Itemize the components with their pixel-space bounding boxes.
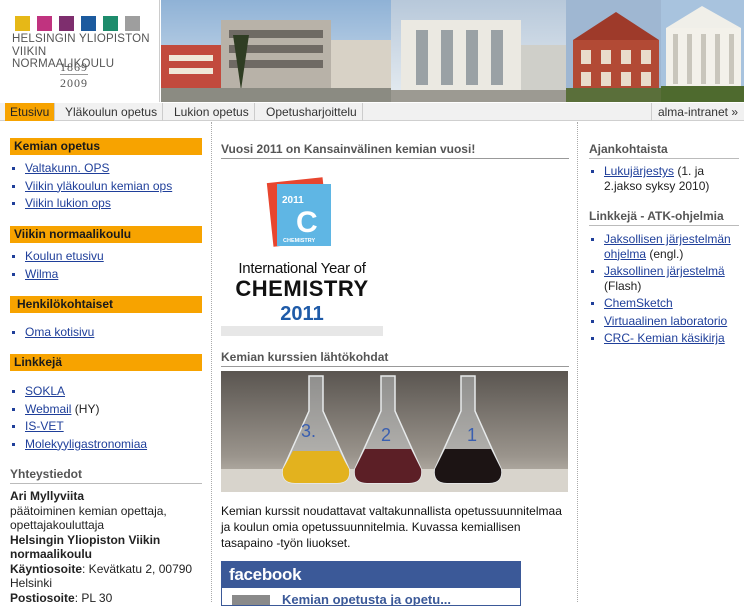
section-heading-viikin-normaalikoulu: Viikin normaalikoulu xyxy=(10,226,202,243)
list-item: Koulun etusivu xyxy=(10,248,104,266)
list-item: Jaksollinen järjestelmä (Flash) xyxy=(589,264,739,293)
link-suffix: (engl.) xyxy=(646,246,684,261)
link-molekyyligastronomiaa[interactable]: Molekyyligastronomiaa xyxy=(25,437,147,451)
logo-year-end: 2009 xyxy=(60,74,88,90)
contact-organization: Helsingin Yliopiston Viikin normaalikoul… xyxy=(10,532,161,562)
ajankohtaista-links: Lukujärjestys (1. ja 2.jakso syksy 2010) xyxy=(589,164,739,196)
section-heading-linkkeja: Linkkejä xyxy=(10,354,202,371)
section-heading-henkilokohtaiset: Henkilökohtaiset xyxy=(10,296,202,313)
list-item: Wilma xyxy=(10,266,104,284)
list-item: Jaksollisen järjestelmän ohjelma (engl.) xyxy=(589,232,739,261)
facebook-widget[interactable]: facebook Kemian opetusta ja opetu... xyxy=(221,561,521,606)
iyc-badge-letter: C xyxy=(296,206,318,239)
iyc-line-1: International Year of xyxy=(238,260,366,277)
tab-ylakoulun-opetus[interactable]: Yläkoulun opetus xyxy=(60,103,164,121)
kemian-opetus-links: Valtakunn. OPS Viikin yläkoulun kemian o… xyxy=(10,160,172,213)
left-sidebar: Kemian opetus Valtakunn. OPS Viikin yläk… xyxy=(0,122,212,605)
flask-label-1: 1 xyxy=(467,425,477,445)
tab-opetusharjoittelu[interactable]: Opetusharjoittelu xyxy=(261,103,363,121)
viikin-normaalikoulu-links: Koulun etusivu Wilma xyxy=(10,248,104,283)
courses-description: Kemian kurssit noudattavat valtakunnalli… xyxy=(221,504,562,550)
logo-square-pink xyxy=(37,16,52,31)
atk-ohjelmia-links: Jaksollisen järjestelmän ohjelma (engl.)… xyxy=(589,232,739,349)
list-item: CRC- Kemian käsikirja xyxy=(589,331,739,346)
link-suffix: (HY) xyxy=(71,401,100,416)
list-item: Valtakunn. OPS xyxy=(10,160,172,178)
header-banner-photo xyxy=(161,0,744,102)
link-chemsketch[interactable]: ChemSketch xyxy=(604,296,673,310)
contact-title: päätoiminen kemian opettaja, opettajakou… xyxy=(10,503,167,533)
logo-square-gray xyxy=(125,16,140,31)
iyc-logo-footer xyxy=(221,326,383,336)
link-oma-kotisivu[interactable]: Oma kotisivu xyxy=(25,325,94,339)
flask-label-2: 2 xyxy=(381,425,391,445)
iyc-badge-word: CHEMISTRY xyxy=(283,238,316,244)
link-lukion-ops[interactable]: Viikin lukion ops xyxy=(25,196,111,210)
main-navigation: Etusivu Yläkoulun opetus Lukion opetus O… xyxy=(0,103,744,121)
main-content: Vuosi 2011 on Kansainvälinen kemian vuos… xyxy=(213,122,578,606)
logo-year-start: 1869 xyxy=(60,60,88,74)
list-item: ChemSketch xyxy=(589,296,739,311)
link-webmail[interactable]: Webmail xyxy=(25,402,71,416)
section-heading-ajankohtaista: Ajankohtaista xyxy=(589,142,739,159)
list-item: SOKLA xyxy=(10,383,147,401)
heading-kurssien-lahtokohdat: Kemian kurssien lähtökohdat xyxy=(221,350,569,367)
link-crc-kemian-kasikirja[interactable]: CRC- Kemian käsikirja xyxy=(604,331,725,345)
school-logo[interactable]: HELSINGIN YLIOPISTON VIIKIN NORMAALIKOUL… xyxy=(0,0,160,102)
list-item: Webmail (HY) xyxy=(10,401,147,419)
logo-square-purple xyxy=(59,16,74,31)
logo-square-green xyxy=(103,16,118,31)
link-suffix: (Flash) xyxy=(604,278,642,293)
heading-kemian-vuosi: Vuosi 2011 on Kansainvälinen kemian vuos… xyxy=(221,142,569,159)
iyc-line-2: CHEMISTRY xyxy=(235,276,369,301)
link-lukujarjestys[interactable]: Lukujärjestys xyxy=(604,164,674,178)
henkilokohtaiset-links: Oma kotisivu xyxy=(10,324,94,342)
facebook-page-thumbnail[interactable] xyxy=(232,595,270,605)
flask-label-3: 3. xyxy=(301,421,316,441)
site-header: HELSINGIN YLIOPISTON VIIKIN NORMAALIKOUL… xyxy=(0,0,744,102)
contact-name: Ari Myllyviita xyxy=(10,489,85,503)
link-valtakunn-ops[interactable]: Valtakunn. OPS xyxy=(25,161,110,175)
list-item: Oma kotisivu xyxy=(10,324,94,342)
list-item: Viikin yläkoulun kemian ops xyxy=(10,178,172,196)
iyc-badge-year: 2011 xyxy=(282,195,304,206)
flasks-photo: 3. 2 1 xyxy=(221,371,568,492)
link-jaksollinen-jarjestelma[interactable]: Jaksollinen järjestelmä xyxy=(604,264,725,278)
iyc-line-3: 2011 xyxy=(280,303,324,325)
link-virtuaalinen-laboratorio[interactable]: Virtuaalinen laboratorio xyxy=(604,314,727,328)
right-sidebar: Ajankohtaista Lukujärjestys (1. ja 2.jak… xyxy=(579,122,744,602)
facebook-page-name[interactable]: Kemian opetusta ja opetu... xyxy=(282,592,451,605)
list-item: Molekyyligastronomiaa xyxy=(10,436,147,454)
tab-etusivu[interactable]: Etusivu xyxy=(5,103,56,121)
school-buildings-photo xyxy=(161,0,744,102)
logo-square-blue xyxy=(81,16,96,31)
logo-line-1: HELSINGIN YLIOPISTON xyxy=(12,33,150,45)
linkkeja-links: SOKLA Webmail (HY) IS-VET Molekyyligastr… xyxy=(10,383,147,453)
section-heading-atk-ohjelmia: Linkkejä - ATK-ohjelmia xyxy=(589,209,739,226)
iyc-badge-icon: 2011 C CHEMISTRY xyxy=(266,177,331,247)
list-item: Virtuaalinen laboratorio xyxy=(589,314,739,329)
logo-square-yellow xyxy=(15,16,30,31)
list-item: IS-VET xyxy=(10,418,147,436)
iyc-2011-logo[interactable]: 2011 C CHEMISTRY International Year of C… xyxy=(221,170,383,336)
section-heading-kemian-opetus: Kemian opetus xyxy=(10,138,202,155)
facebook-logo: facebook xyxy=(222,562,520,588)
link-wilma[interactable]: Wilma xyxy=(25,267,58,281)
list-item: Lukujärjestys (1. ja 2.jakso syksy 2010) xyxy=(589,164,739,193)
link-is-vet[interactable]: IS-VET xyxy=(25,419,64,433)
contact-postal-address: Postiosoite: PL 30 xyxy=(10,590,113,605)
alma-intranet-link[interactable]: alma-intranet » xyxy=(650,103,744,121)
contact-info: Ari Myllyviita päätoiminen kemian opetta… xyxy=(10,489,205,605)
list-item: Viikin lukion ops xyxy=(10,195,172,213)
equilibrium-flasks-image: 3. 2 1 xyxy=(221,371,568,492)
contact-visiting-address: Käyntiosoite: Kevätkatu 2, 00790 Helsink… xyxy=(10,561,193,591)
section-heading-yhteystiedot: Yhteystiedot xyxy=(10,467,202,484)
link-sokla[interactable]: SOKLA xyxy=(25,384,65,398)
link-ylakoulun-kemian-ops[interactable]: Viikin yläkoulun kemian ops xyxy=(25,179,172,193)
tab-lukion-opetus[interactable]: Lukion opetus xyxy=(169,103,255,121)
link-koulun-etusivu[interactable]: Koulun etusivu xyxy=(25,249,104,263)
